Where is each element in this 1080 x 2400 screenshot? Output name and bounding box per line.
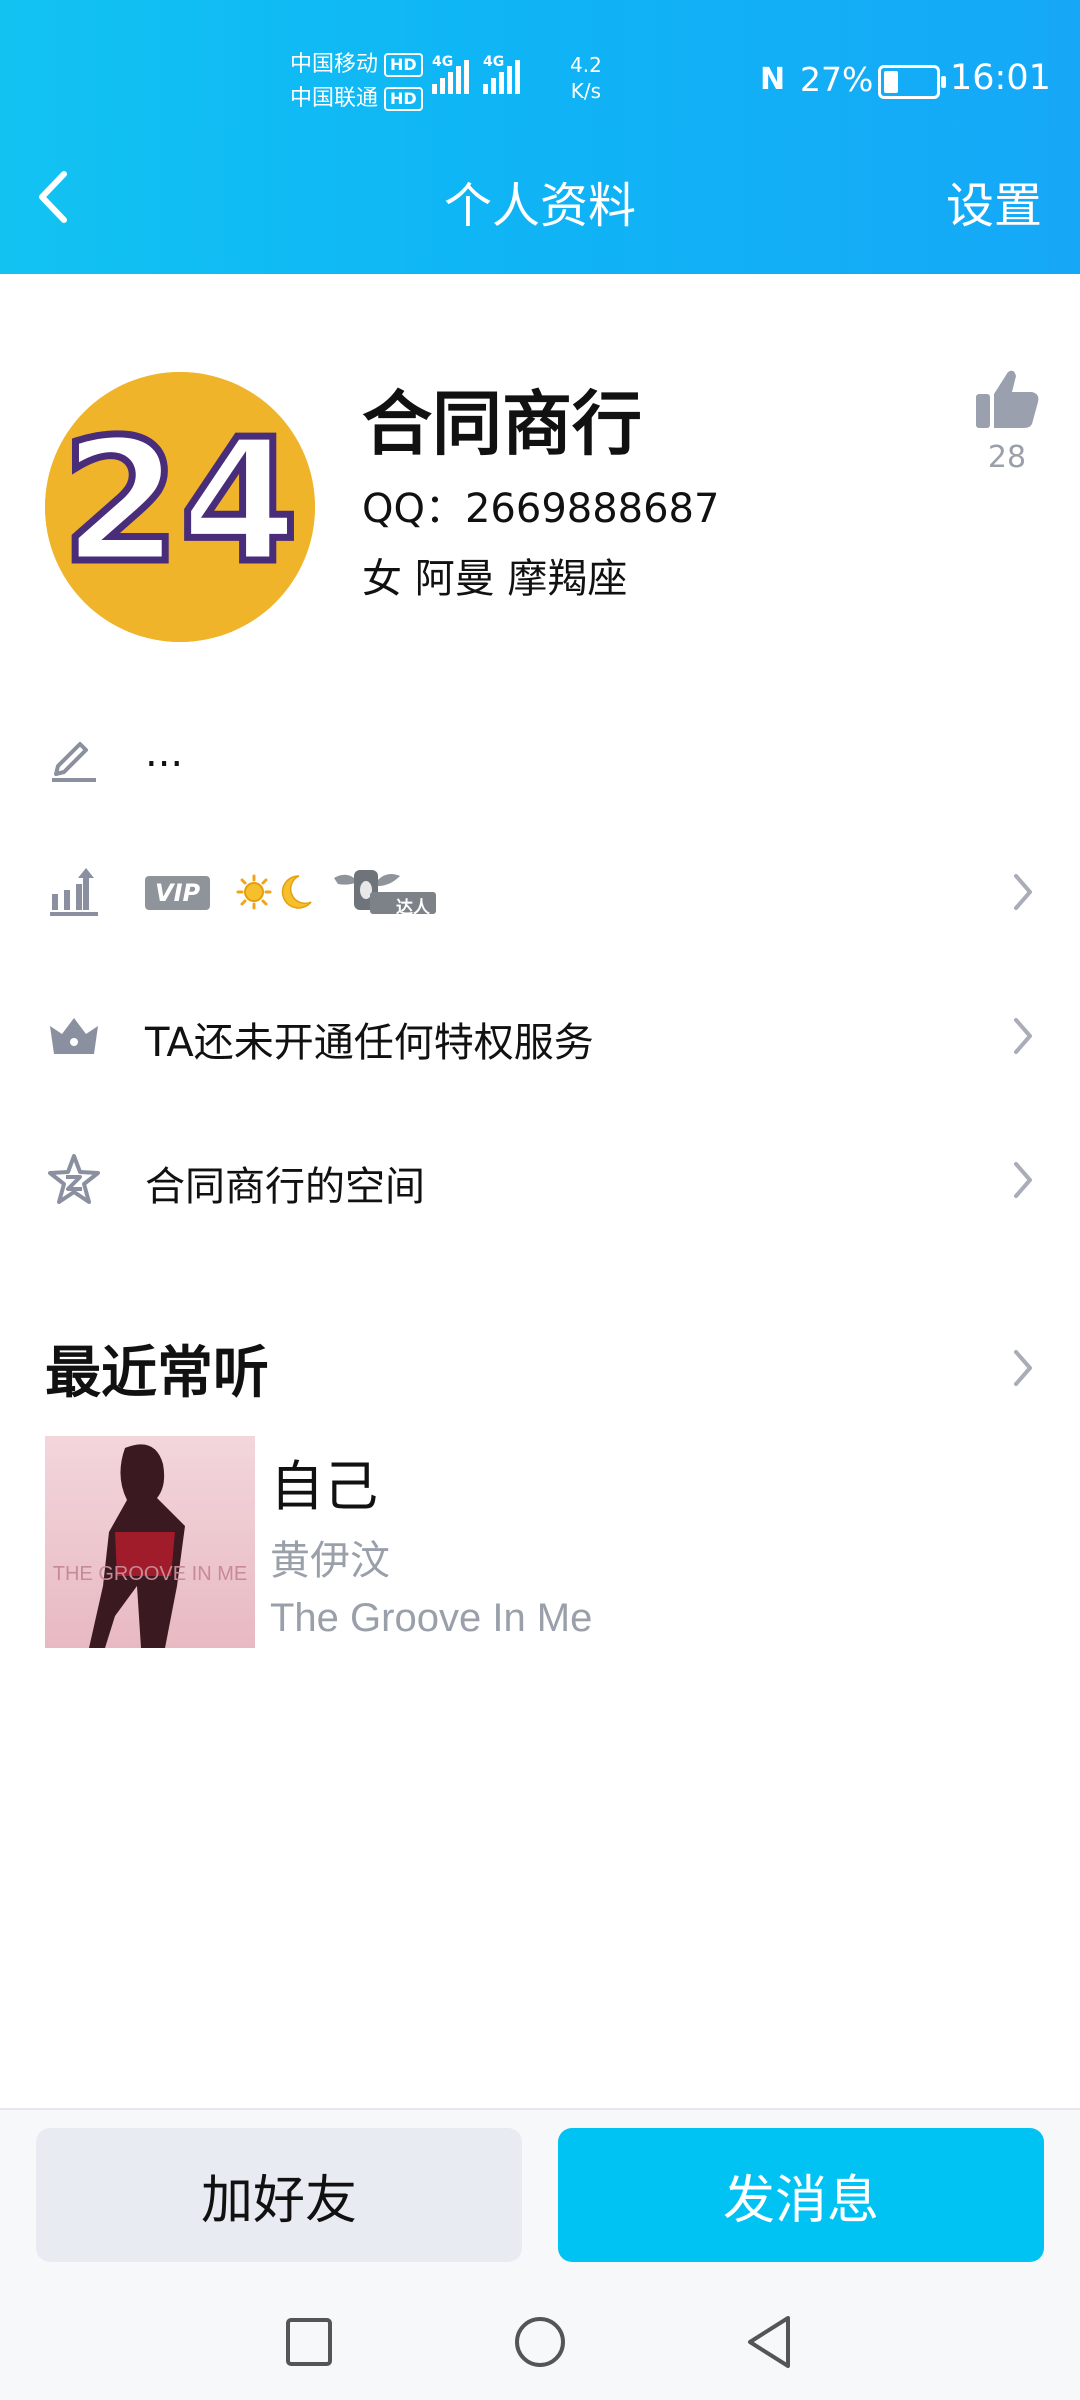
privilege-row[interactable]: TA还未开通任何特权服务	[0, 982, 1080, 1092]
chevron-right-icon	[1014, 1162, 1032, 1198]
album-cover-image: THE GROOVE IN ME	[45, 1436, 255, 1648]
song-album: The Groove In Me	[270, 1596, 593, 1640]
daren-label: 达人	[396, 898, 430, 918]
crown-icon	[50, 1018, 98, 1054]
like-button[interactable]	[972, 364, 1042, 434]
network-type-1: 4G	[432, 54, 454, 70]
svg-text:THE GROOVE IN ME: THE GROOVE IN ME	[53, 1563, 247, 1585]
profile-info: 女 阿曼 摩羯座	[362, 556, 628, 602]
signal-icon: 4G	[483, 54, 520, 94]
carrier-2: 中国联通	[290, 86, 379, 111]
privilege-text: TA还未开通任何特权服务	[145, 1020, 594, 1066]
space-row[interactable]: 合同商行的空间	[0, 1126, 1080, 1236]
signal-icon: 4G	[432, 54, 469, 94]
space-text: 合同商行的空间	[145, 1164, 425, 1210]
net-speed-value: 4.2	[570, 53, 602, 77]
level-chart-icon	[50, 868, 98, 916]
avatar-image: 24	[45, 372, 315, 642]
album-cover[interactable]: THE GROOVE IN ME	[45, 1436, 255, 1648]
header: 中国移动 HD 中国联通 HD 4G 4G 4.2 K/s N 27% 16:01	[0, 0, 1080, 274]
song-artist: 黄伊汶	[270, 1538, 390, 1584]
clock: 16:01	[950, 58, 1051, 98]
daren-badge: 达人	[330, 864, 440, 918]
signal-icons: 4G 4G	[432, 54, 520, 94]
settings-button[interactable]: 设置	[946, 166, 1042, 236]
recent-section-title: 最近常听	[45, 1341, 269, 1406]
recent-apps-icon[interactable]	[284, 2312, 336, 2372]
vip-badge: VIP	[145, 876, 211, 910]
chevron-right-icon	[1014, 1018, 1032, 1054]
qzone-star-icon	[48, 1154, 100, 1204]
moon-icon	[281, 875, 312, 909]
sun-icon	[236, 874, 272, 910]
battery-icon	[878, 65, 946, 99]
battery-fill	[884, 71, 898, 93]
battery-percent: 27%	[800, 60, 874, 99]
qq-number: QQ：2669888687	[362, 486, 720, 532]
carrier-info: 中国移动 HD 中国联通 HD	[290, 48, 423, 116]
send-message-button[interactable]: 发消息	[558, 2128, 1044, 2262]
like-count: 28	[987, 440, 1027, 475]
thumbs-up-icon	[976, 370, 1039, 428]
network-type-2: 4G	[483, 54, 505, 70]
status-bar: 中国移动 HD 中国联通 HD 4G 4G 4.2 K/s N 27% 16:01	[0, 0, 1080, 160]
edit-icon	[52, 742, 96, 782]
system-nav-bar	[0, 2284, 1080, 2400]
nickname: 合同商行	[362, 383, 642, 465]
page-title: 个人资料	[443, 178, 636, 234]
net-speed-unit: K/s	[570, 79, 602, 103]
hd-badge-2: HD	[384, 87, 423, 111]
chevron-right-icon	[1014, 874, 1032, 910]
signature-row[interactable]: ...	[0, 700, 1080, 810]
nfc-icon: N	[760, 62, 786, 97]
recent-more-chevron-icon[interactable]	[1008, 1346, 1038, 1390]
avatar[interactable]: 24	[45, 372, 315, 642]
signature-text: ...	[145, 730, 184, 776]
song-title[interactable]: 自己	[270, 1442, 378, 1521]
home-icon[interactable]	[512, 2312, 568, 2372]
net-speed: 4.2 K/s	[570, 52, 602, 104]
back-nav-icon[interactable]	[742, 2312, 798, 2372]
carrier-1: 中国移动	[290, 52, 379, 77]
svg-text:24: 24	[62, 403, 299, 601]
hd-badge-1: HD	[384, 53, 423, 77]
add-friend-button[interactable]: 加好友	[36, 2128, 522, 2262]
